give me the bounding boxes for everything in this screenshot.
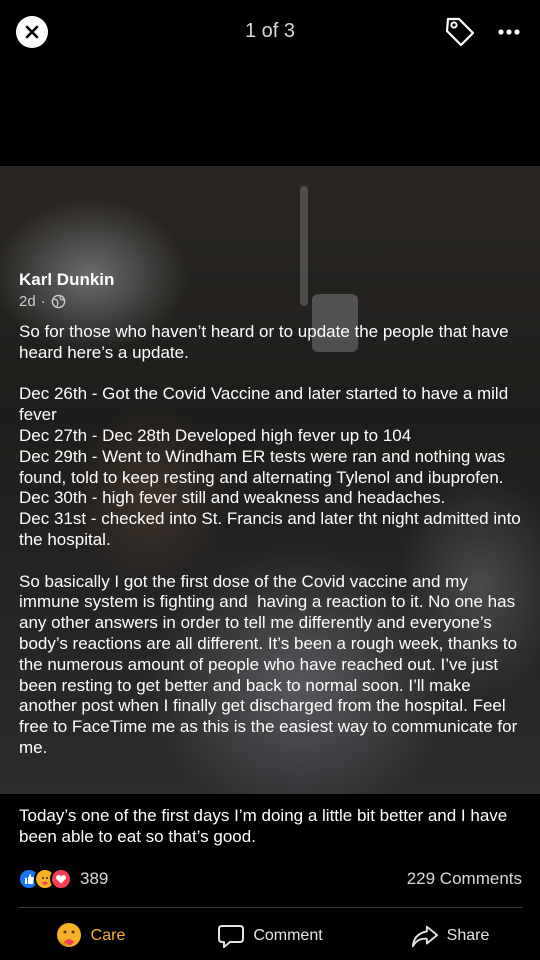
comment-label: Comment [253,927,323,944]
viewer-header: 1 of 3 [0,0,540,64]
more-options-button[interactable] [492,18,526,46]
reaction-count: 389 [80,869,109,888]
actions-divider [18,907,522,908]
reaction-icons [18,868,72,890]
globe-icon [51,294,65,309]
reactions-summary[interactable]: 389 [18,868,108,890]
love-reaction-icon [50,868,72,890]
tag-button[interactable] [442,14,480,50]
share-icon [411,922,439,950]
care-label: Care [90,927,126,944]
share-button[interactable]: Share [360,922,540,950]
comment-button[interactable]: Comment [180,922,360,950]
more-icon [498,29,520,35]
post-time[interactable]: 2d [19,293,36,310]
care-icon [55,922,83,950]
photo-caption: Today’s one of the first days I’m doing … [19,806,508,846]
comment-icon [217,922,245,950]
reaction-stats: 389 229 Comments [18,866,522,892]
post-meta: 2d · [19,293,522,310]
meta-separator: · [40,293,46,310]
post-body: So for those who haven’t heard or to upd… [19,322,521,757]
care-button[interactable]: Care [0,922,180,950]
comments-count-link[interactable]: 229 Comments [407,869,522,889]
tag-icon [445,17,475,47]
share-label: Share [446,927,490,944]
author-name[interactable]: Karl Dunkin [19,270,522,290]
action-bar: Care Comment Share [0,914,540,958]
post-overlay: Karl Dunkin 2d · So for those who haven’… [0,166,540,794]
